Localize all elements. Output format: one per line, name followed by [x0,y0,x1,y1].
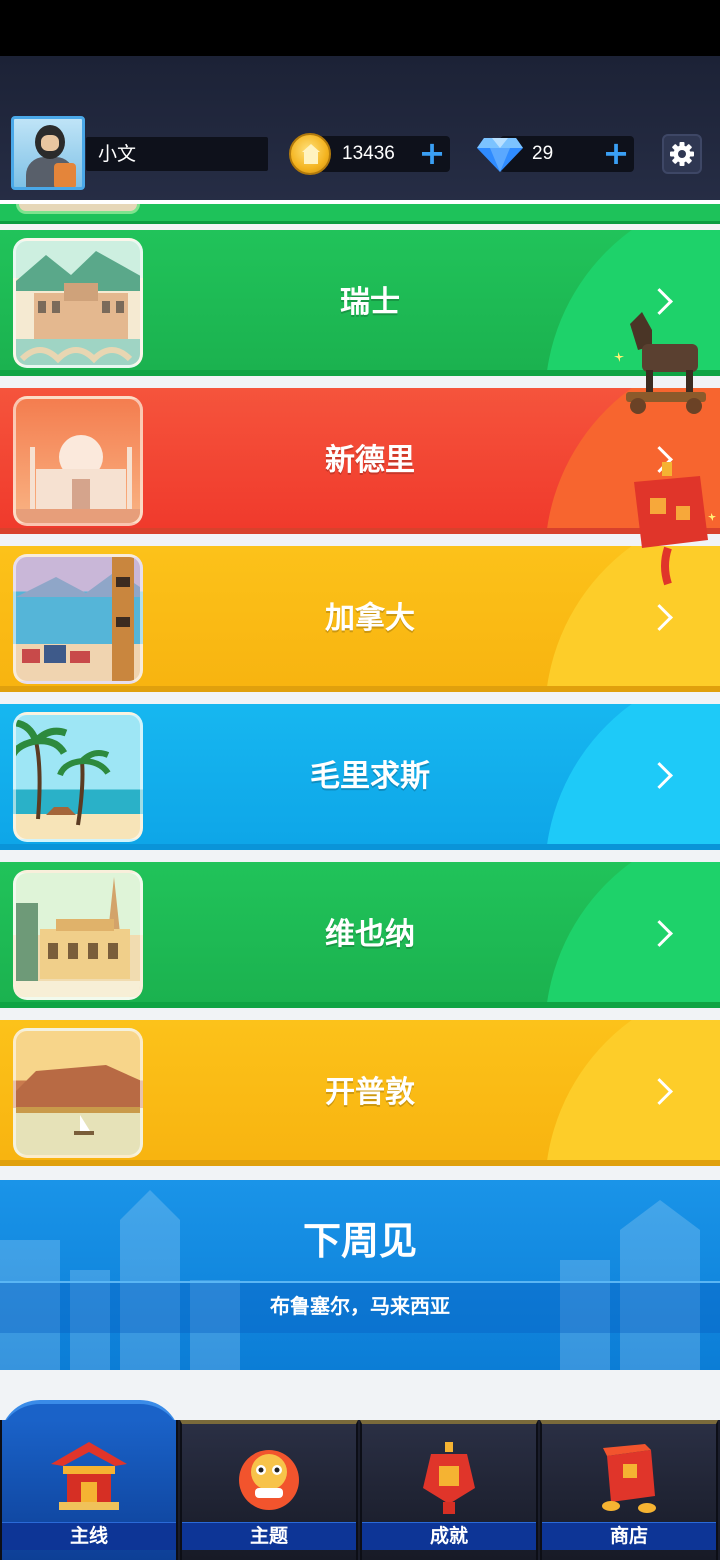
city-thumbnail [13,712,143,842]
city-thumbnail [13,1028,143,1158]
tab-achievements[interactable]: 成就 [360,1420,538,1560]
settings-button[interactable] [662,134,702,174]
lion-dance-icon [239,1450,299,1510]
avatar[interactable] [11,116,85,190]
city-name: 毛里求斯 [310,759,430,794]
red-lantern-icon [634,462,716,586]
coin-count: 13436 [342,143,395,164]
tab-theme[interactable]: 主题 [180,1420,358,1560]
chevron-right-icon [648,918,674,952]
gem-count: 29 [532,143,554,164]
player-name: 小文 [86,137,268,171]
app-root: { "profile": { "name": "小文" }, "currenci… [0,0,720,1560]
city-card-vienna[interactable]: 维也纳 [0,862,720,1008]
coin-balance: 13436 + [316,136,450,172]
add-gems-button[interactable]: + [600,137,632,170]
next-week-subtitle: 布鲁塞尔，马来西亚 [270,1294,450,1318]
diamond-icon [477,138,523,172]
tab-main[interactable]: 主线 [0,1420,178,1560]
skyline-decoration [0,1190,700,1370]
pavilion-icon [51,1442,127,1510]
city-card-cape-town[interactable]: 开普敦 [0,1020,720,1166]
city-name: 新德里 [325,443,415,478]
tab-label: 主线 [69,1525,108,1547]
tab-label: 商店 [609,1525,648,1547]
city-thumbnail [13,870,143,1000]
chevron-right-icon [648,602,674,636]
gift-box-icon [602,1444,656,1513]
next-week-banner: 下周见 布鲁塞尔，马来西亚 [0,1180,720,1370]
gear-icon [670,142,694,166]
tab-shop[interactable]: 商店 [540,1420,718,1560]
city-name: 维也纳 [325,917,415,952]
top-bar [0,56,720,201]
city-name: 加拿大 [325,601,415,636]
city-thumbnail [13,238,143,368]
trojan-horse-icon [614,312,706,414]
city-card-mauritius[interactable]: 毛里求斯 [0,704,720,850]
city-name: 开普敦 [325,1075,415,1110]
bottom-tab-bar: 主线 主题 成就 商店 [0,1420,720,1560]
city-thumbnail [13,396,143,526]
city-card-partial [0,204,720,224]
tab-label: 成就 [429,1525,468,1547]
fu-lantern-icon [423,1442,475,1514]
chevron-right-icon [648,1076,674,1110]
tab-label: 主题 [249,1525,288,1547]
city-card-canada[interactable]: 加拿大 [0,546,720,692]
chevron-right-icon [648,760,674,794]
add-coins-button[interactable]: + [416,137,448,170]
status-bar [0,0,720,56]
city-thumbnail [13,554,143,684]
coin-icon [289,133,331,175]
city-name: 瑞士 [340,285,400,320]
next-week-title: 下周见 [302,1219,417,1263]
